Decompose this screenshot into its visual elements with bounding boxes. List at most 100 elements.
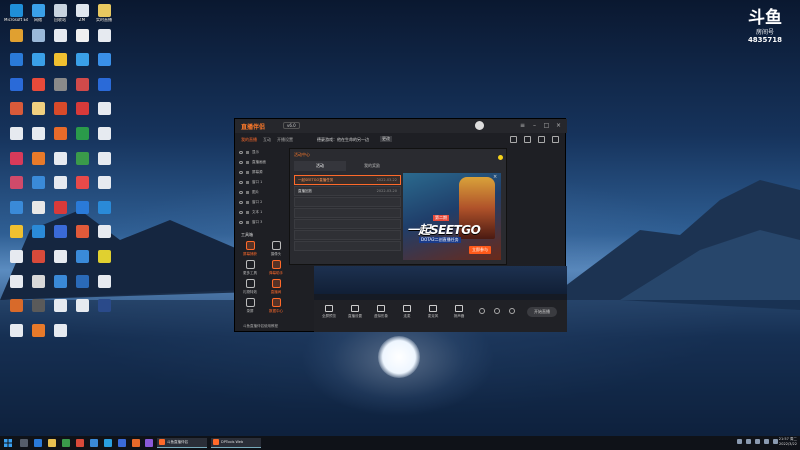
visibility-eye-icon[interactable] xyxy=(239,160,243,164)
desktop-icon[interactable] xyxy=(70,225,94,239)
visibility-eye-icon[interactable] xyxy=(239,170,243,174)
tool-button[interactable]: 数据中心 xyxy=(265,298,287,314)
desktop-icon[interactable] xyxy=(48,28,72,43)
app-icon[interactable] xyxy=(132,439,140,447)
record-icon[interactable] xyxy=(479,308,485,314)
network-icon[interactable] xyxy=(746,439,751,444)
desktop-icon[interactable] xyxy=(26,127,50,141)
layout-icon[interactable] xyxy=(552,136,559,143)
desktop-icon[interactable] xyxy=(26,151,50,166)
desktop-icon[interactable] xyxy=(70,299,94,313)
scene-source-item[interactable]: 屏幕源 xyxy=(239,167,279,177)
desktop-icon[interactable] xyxy=(92,151,116,166)
desktop-icon[interactable] xyxy=(48,323,72,338)
lock-icon[interactable] xyxy=(246,150,249,154)
desktop-icon[interactable]: Microsoft Edge xyxy=(4,4,28,23)
desktop-icon[interactable] xyxy=(92,53,116,67)
scene-source-item[interactable]: 图片 xyxy=(239,187,279,197)
minimize-icon[interactable]: – xyxy=(531,122,538,129)
desktop-icon[interactable] xyxy=(26,323,50,338)
edit-room-button[interactable]: 更改 xyxy=(380,136,392,142)
app-icon[interactable] xyxy=(76,439,84,447)
desktop-icon[interactable] xyxy=(92,77,116,92)
list-item[interactable]: 一起SEETGO直播任务 2022-03-22 xyxy=(294,175,401,185)
desktop-icon[interactable]: 回收站 xyxy=(48,4,72,23)
tool-button[interactable]: 录屏 xyxy=(239,298,261,314)
desktop-icon[interactable] xyxy=(70,77,94,92)
tab-interact[interactable]: 互动 xyxy=(263,137,271,143)
tool-button[interactable]: 更多工具 xyxy=(239,260,261,276)
desktop-icon[interactable] xyxy=(92,299,116,313)
desktop-icon[interactable] xyxy=(26,176,50,190)
app-icon[interactable] xyxy=(104,439,112,447)
desktop-icon[interactable] xyxy=(70,176,94,190)
chevron-up-icon[interactable] xyxy=(737,439,742,444)
visibility-eye-icon[interactable] xyxy=(239,210,243,214)
desktop-icon[interactable] xyxy=(70,102,94,116)
list-item[interactable]: 直播回放 2022-03-20 xyxy=(294,186,401,196)
visibility-eye-icon[interactable] xyxy=(239,190,243,194)
tab-my-live[interactable]: 我的直播 xyxy=(241,137,257,143)
desktop-icon[interactable] xyxy=(92,102,116,116)
control-button[interactable]: 直播设置 xyxy=(344,305,366,319)
desktop-icon[interactable] xyxy=(4,151,28,166)
desktop-icon[interactable] xyxy=(26,274,50,289)
desktop-icon[interactable] xyxy=(26,200,50,215)
tool-button[interactable]: 屏幕捕获 xyxy=(239,241,261,257)
desktop-icon[interactable] xyxy=(70,127,94,141)
desktop-icon[interactable] xyxy=(4,77,28,92)
desktop-icon[interactable] xyxy=(48,299,72,313)
control-button[interactable]: 麦克风 xyxy=(422,305,444,319)
gift-box-icon[interactable] xyxy=(538,136,545,143)
desktop-icon[interactable] xyxy=(92,225,116,239)
tool-button[interactable]: 直播间 xyxy=(265,279,287,295)
desktop-icon[interactable] xyxy=(4,323,28,338)
desktop-icon[interactable] xyxy=(4,176,28,190)
desktop-icon[interactable] xyxy=(48,151,72,166)
tool-button[interactable]: 摄像头 xyxy=(265,241,287,257)
desktop-icon[interactable] xyxy=(70,200,94,215)
tab-activity[interactable]: 活动 xyxy=(294,161,346,171)
desktop-icon[interactable]: 实时直播 xyxy=(92,4,116,23)
desktop-icon[interactable] xyxy=(4,274,28,289)
tab-rewards[interactable]: 我的奖励 xyxy=(346,161,398,171)
taskbar-item-douyu[interactable]: 斗鱼直播伴侣 xyxy=(157,438,207,448)
desktop-icon[interactable] xyxy=(48,225,72,239)
visibility-eye-icon[interactable] xyxy=(239,220,243,224)
lock-icon[interactable] xyxy=(246,210,249,214)
volume-icon[interactable] xyxy=(755,439,760,444)
desktop-icon[interactable] xyxy=(70,274,94,289)
scene-source-item[interactable]: 窗口 2 xyxy=(239,197,279,207)
desktop-icon[interactable] xyxy=(48,250,72,264)
scene-source-item[interactable]: 文本 1 xyxy=(239,207,279,217)
banner-close-icon[interactable]: × xyxy=(493,174,497,180)
desktop-icon[interactable] xyxy=(92,274,116,289)
desktop-icon[interactable] xyxy=(92,127,116,141)
app-icon[interactable] xyxy=(62,439,70,447)
desktop-icon[interactable] xyxy=(26,28,50,43)
control-button[interactable]: 虚拟形象 xyxy=(370,305,392,319)
desktop-icon[interactable] xyxy=(92,28,116,43)
menu-icon[interactable]: ≡ xyxy=(519,122,526,129)
desktop-icon[interactable] xyxy=(70,28,94,43)
desktop-icon[interactable]: ZM xyxy=(70,4,94,23)
desktop-icon[interactable] xyxy=(4,299,28,313)
file-explorer-icon[interactable] xyxy=(48,439,56,447)
desktop-icon[interactable] xyxy=(70,151,94,166)
desktop-icon[interactable] xyxy=(48,53,72,67)
tool-button[interactable]: 弹幕助手 xyxy=(265,260,287,276)
promo-banner[interactable]: × 第二期 一起SEETGO DOTA2二创直播任务 立即参与 xyxy=(403,173,501,260)
share-icon[interactable] xyxy=(510,136,517,143)
desktop-icon[interactable] xyxy=(92,250,116,264)
desktop-icon[interactable] xyxy=(70,250,94,264)
desktop-icon[interactable] xyxy=(26,77,50,92)
desktop-icon[interactable] xyxy=(4,28,28,43)
lock-icon[interactable] xyxy=(246,160,249,164)
visibility-eye-icon[interactable] xyxy=(239,180,243,184)
clock[interactable]: 21:57 周二 2022/3/22 xyxy=(777,437,797,447)
desktop-icon[interactable] xyxy=(4,127,28,141)
desktop-icon[interactable] xyxy=(26,102,50,116)
version-badge[interactable]: v6.0 xyxy=(283,122,300,129)
lock-icon[interactable] xyxy=(246,180,249,184)
windows-start-icon[interactable] xyxy=(4,439,12,447)
